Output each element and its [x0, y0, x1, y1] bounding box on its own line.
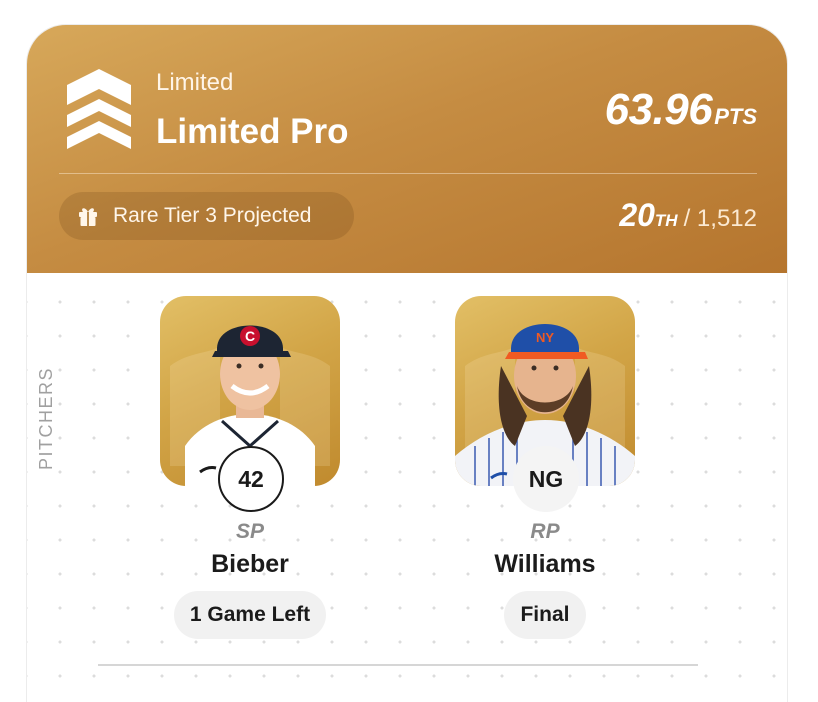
lineup-card: Limited Limited Pro 63.96PTS Rare Tier 3… — [26, 24, 788, 702]
svg-text:NY: NY — [536, 330, 554, 345]
player-card-bieber[interactable]: C 42 SP Bieber 1 Game Left — [160, 296, 340, 639]
lineup-body — [27, 273, 787, 702]
section-label-pitchers: PITCHERS — [36, 366, 56, 470]
player-game-status: Final — [504, 591, 586, 639]
points-value: 63.96 — [604, 85, 713, 134]
player-name[interactable]: Bieber — [160, 550, 340, 579]
svg-text:C: C — [245, 328, 255, 344]
total-points: 63.96PTS — [605, 85, 757, 135]
player-game-status: 1 Game Left — [173, 591, 327, 639]
chevron-rank-icon — [67, 69, 131, 149]
points-unit: PTS — [714, 104, 757, 129]
rank-display: 20TH / 1,512 — [619, 197, 757, 234]
header-divider — [59, 173, 757, 174]
gift-icon — [79, 208, 97, 226]
projected-reward-label: Rare Tier 3 Projected — [113, 204, 312, 227]
player-score-badge: NG — [513, 446, 579, 512]
section-divider — [98, 664, 698, 666]
player-card-williams[interactable]: NY NG RP Williams Final — [455, 296, 635, 639]
rank-position: 20 — [619, 197, 655, 233]
tier-title: Limited Pro — [156, 112, 349, 151]
player-score-badge: 42 — [218, 446, 284, 512]
tier-subtitle: Limited — [156, 69, 234, 96]
player-position: SP — [235, 520, 264, 543]
rank-total: / 1,512 — [683, 205, 757, 232]
player-name[interactable]: Williams — [455, 550, 635, 579]
card-header: Limited Limited Pro 63.96PTS Rare Tier 3… — [27, 25, 787, 273]
player-position: RP — [530, 520, 560, 543]
rank-suffix: TH — [654, 211, 678, 230]
projected-reward-pill[interactable]: Rare Tier 3 Projected — [59, 192, 354, 240]
